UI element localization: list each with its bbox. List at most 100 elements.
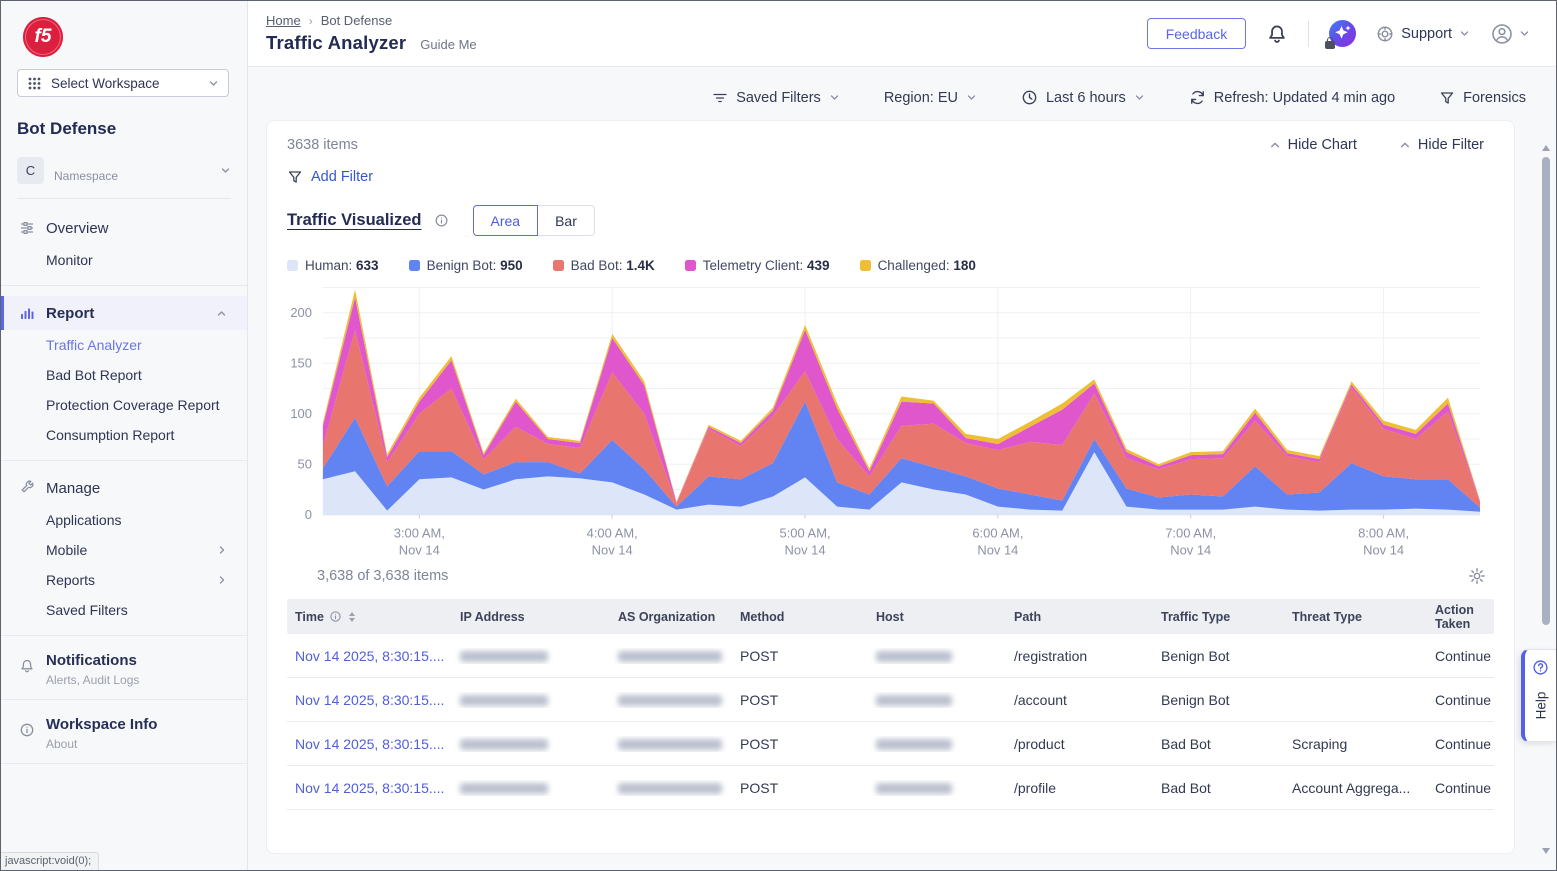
- legend-item[interactable]: Human: 633: [287, 258, 379, 273]
- column-header-as-organization[interactable]: AS Organization: [610, 610, 732, 624]
- time-range-dropdown[interactable]: Last 6 hours: [1021, 89, 1145, 106]
- chevron-down-icon: [1459, 28, 1470, 39]
- legend-item[interactable]: Bad Bot: 1.4K: [553, 258, 655, 273]
- sidebar-item-manage[interactable]: Manage: [1, 471, 247, 505]
- ip-cell: [452, 736, 610, 752]
- legend-label: Benign Bot: 950: [427, 258, 523, 273]
- divider: [1, 699, 247, 700]
- svg-text:0: 0: [305, 507, 312, 522]
- redacted-ip: [460, 695, 548, 706]
- table-row[interactable]: Nov 14 2025, 8:30:15.... POST /account B…: [287, 678, 1494, 722]
- sidebar-item-monitor[interactable]: Monitor: [1, 245, 247, 275]
- hide-filter-toggle[interactable]: Hide Filter: [1399, 137, 1484, 153]
- sidebar-item-mobile[interactable]: Mobile: [1, 535, 247, 565]
- svg-text:4:00 AM,: 4:00 AM,: [587, 526, 638, 541]
- sidebar-item-reports[interactable]: Reports: [1, 565, 247, 595]
- table-row[interactable]: Nov 14 2025, 8:30:15.... POST /product B…: [287, 722, 1494, 766]
- svg-text:8:00 AM,: 8:00 AM,: [1358, 526, 1409, 541]
- scrollbar-thumb[interactable]: [1542, 157, 1550, 625]
- column-header-action-taken[interactable]: Action Taken: [1427, 603, 1494, 631]
- sidebar-item-notifications[interactable]: Notifications Alerts, Audit Logs: [1, 646, 247, 689]
- chevron-down-icon: [208, 78, 219, 89]
- time-cell-link[interactable]: Nov 14 2025, 8:30:15....: [295, 692, 444, 708]
- account-menu[interactable]: [1490, 22, 1530, 46]
- path-cell: /profile: [1006, 780, 1153, 796]
- area-view-button[interactable]: Area: [473, 205, 539, 236]
- sidebar-item-traffic-analyzer[interactable]: Traffic Analyzer: [1, 330, 247, 360]
- chevron-down-icon: [1134, 92, 1145, 103]
- sidebar-item-saved-filters[interactable]: Saved Filters: [1, 595, 247, 625]
- chevron-down-icon: [220, 165, 231, 176]
- chart-title[interactable]: Traffic Visualized: [287, 211, 422, 230]
- bar-view-button[interactable]: Bar: [538, 205, 595, 236]
- path-cell: /product: [1006, 736, 1153, 752]
- legend-item[interactable]: Telemetry Client: 439: [685, 258, 830, 273]
- table-row[interactable]: Nov 14 2025, 8:30:15.... POST /registrat…: [287, 634, 1494, 678]
- svg-text:50: 50: [298, 457, 312, 472]
- divider: [1, 285, 247, 286]
- workspace-selector[interactable]: Select Workspace: [17, 69, 229, 97]
- workspace-selector-label: Select Workspace: [51, 76, 199, 91]
- column-header-path[interactable]: Path: [1006, 610, 1153, 624]
- scroll-down-arrow-icon[interactable]: [1542, 848, 1550, 854]
- column-header-threat-type[interactable]: Threat Type: [1284, 610, 1427, 624]
- chevron-up-icon: [216, 308, 227, 319]
- ai-assistant-icon[interactable]: [1329, 20, 1356, 47]
- funnel-icon: [1439, 90, 1455, 106]
- sidebar-item-consumption-report[interactable]: Consumption Report: [1, 420, 247, 450]
- time-cell-link[interactable]: Nov 14 2025, 8:30:15....: [295, 736, 444, 752]
- column-header-method[interactable]: Method: [732, 610, 868, 624]
- sidebar-item-workspace-info[interactable]: Workspace Info About: [1, 710, 247, 753]
- vertical-scrollbar[interactable]: [1540, 143, 1552, 856]
- column-header-time[interactable]: Time: [287, 610, 452, 624]
- forensics-button[interactable]: Forensics: [1439, 90, 1526, 106]
- breadcrumb-current: Bot Defense: [321, 13, 393, 28]
- region-dropdown[interactable]: Region: EU: [884, 90, 977, 106]
- scroll-up-arrow-icon[interactable]: [1542, 145, 1550, 151]
- redacted-host: [876, 783, 952, 794]
- sidebar-item-applications[interactable]: Applications: [1, 505, 247, 535]
- host-cell: [868, 692, 1006, 708]
- method-cell: POST: [732, 648, 868, 664]
- legend-item[interactable]: Challenged: 180: [860, 258, 976, 273]
- traffic-type-cell: Benign Bot: [1153, 648, 1284, 664]
- notifications-bell-icon[interactable]: [1266, 23, 1288, 45]
- refresh-button[interactable]: Refresh: Updated 4 min ago: [1189, 89, 1395, 106]
- time-cell-link[interactable]: Nov 14 2025, 8:30:15....: [295, 780, 444, 796]
- legend-swatch: [409, 260, 420, 271]
- svg-text:Nov 14: Nov 14: [1363, 543, 1404, 558]
- legend-item[interactable]: Benign Bot: 950: [409, 258, 523, 273]
- table-row[interactable]: Nov 14 2025, 8:30:15.... POST /profile B…: [287, 766, 1494, 810]
- column-header-host[interactable]: Host: [868, 610, 1006, 624]
- column-header-ip[interactable]: IP Address: [452, 610, 610, 624]
- product-title: Bot Defense: [17, 119, 247, 139]
- hide-chart-toggle[interactable]: Hide Chart: [1269, 137, 1357, 153]
- legend-swatch: [287, 260, 298, 271]
- breadcrumb-home-link[interactable]: Home: [266, 13, 301, 28]
- legend-swatch: [860, 260, 871, 271]
- chart-view-toggle: Area Bar: [473, 205, 595, 236]
- saved-filters-dropdown[interactable]: Saved Filters: [712, 90, 840, 106]
- table-settings-gear-icon[interactable]: [1468, 567, 1486, 585]
- support-menu[interactable]: Support: [1376, 25, 1470, 43]
- add-filter-button[interactable]: Add Filter: [287, 169, 373, 185]
- sidebar-item-report[interactable]: Report: [1, 296, 247, 330]
- help-tab[interactable]: Help: [1521, 649, 1556, 742]
- sidebar-item-overview[interactable]: Overview: [1, 211, 247, 245]
- sort-icon[interactable]: [349, 612, 355, 622]
- user-avatar-icon: [1490, 22, 1514, 46]
- feedback-button[interactable]: Feedback: [1147, 18, 1246, 49]
- sidebar-item-sublabel: About: [46, 737, 157, 751]
- time-cell-link[interactable]: Nov 14 2025, 8:30:15....: [295, 648, 444, 664]
- column-header-traffic-type[interactable]: Traffic Type: [1153, 610, 1284, 624]
- filter-toolbar: Saved Filters Region: EU Last 6 hours Re…: [248, 67, 1556, 106]
- sidebar-item-bad-bot-report[interactable]: Bad Bot Report: [1, 360, 247, 390]
- guide-me-link[interactable]: Guide Me: [420, 37, 476, 52]
- traffic-type-cell: Benign Bot: [1153, 692, 1284, 708]
- saved-filters-label: Saved Filters: [736, 90, 821, 106]
- traffic-type-cell: Bad Bot: [1153, 736, 1284, 752]
- breadcrumb-separator-icon: ›: [309, 14, 313, 28]
- sidebar-item-protection-coverage-report[interactable]: Protection Coverage Report: [1, 390, 247, 420]
- legend-label: Bad Bot: 1.4K: [571, 258, 655, 273]
- namespace-selector[interactable]: C Namespace: [17, 157, 231, 199]
